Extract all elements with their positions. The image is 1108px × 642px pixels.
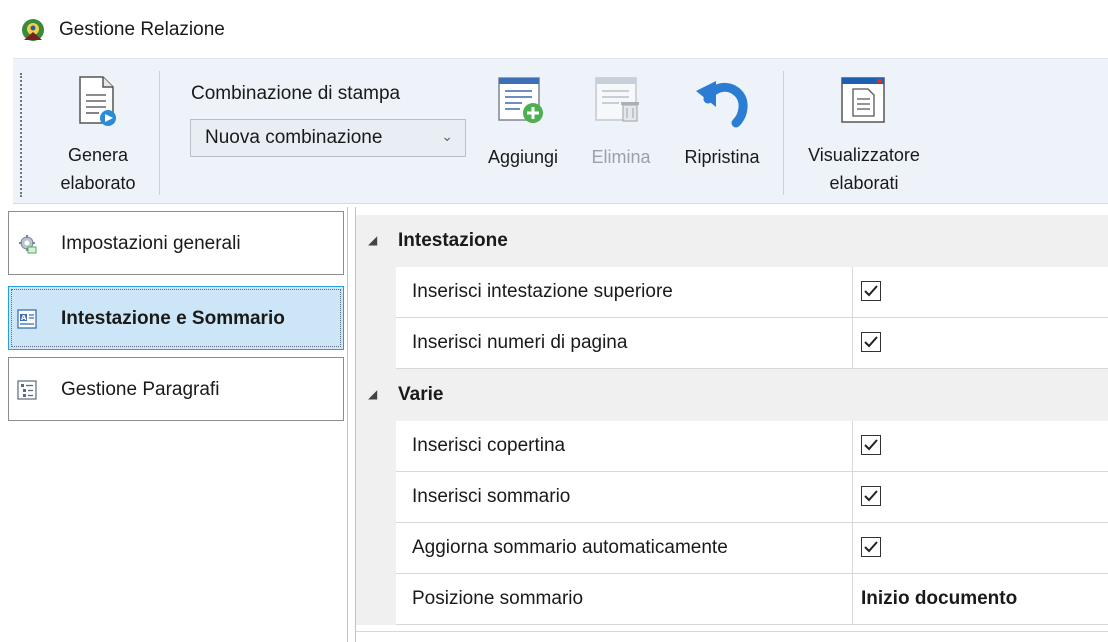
checkmark-icon	[864, 439, 878, 451]
property-row[interactable]: Inserisci sommario	[356, 472, 1108, 523]
sidebar-item-impostazioni-generali[interactable]: Impostazioni generali	[8, 211, 344, 275]
genera-elaborato-button[interactable]: Genera elaborato	[33, 71, 163, 199]
collapse-triangle-icon[interactable]: ◢	[368, 233, 377, 247]
ripristina-label: Ripristina	[684, 147, 760, 167]
collapse-triangle-icon[interactable]: ◢	[368, 387, 377, 401]
checkmark-icon	[864, 285, 878, 297]
ribbon-grip[interactable]	[20, 73, 22, 197]
row-gutter	[356, 523, 396, 574]
category-label: Varie	[398, 384, 444, 405]
property-value[interactable]	[853, 472, 1108, 523]
sidebar-item-label: Impostazioni generali	[61, 233, 241, 254]
header-summary-icon: A	[17, 309, 37, 329]
property-name: Inserisci sommario	[396, 472, 853, 523]
delete-item-icon	[595, 77, 639, 122]
checkbox[interactable]	[861, 332, 881, 352]
elimina-button[interactable]: Elimina	[573, 71, 669, 181]
checkbox[interactable]	[861, 435, 881, 455]
combinazione-group-label: Combinazione di stampa	[191, 83, 401, 104]
sidebar-item-label: Intestazione e Sommario	[61, 308, 285, 329]
checkmark-icon	[864, 336, 878, 348]
ripristina-button[interactable]: Ripristina	[668, 71, 776, 181]
sidebar-nav: Impostazioni generali A Intestazione e S…	[0, 207, 348, 642]
combinazione-select[interactable]: Nuova combinazione ⌄	[190, 119, 466, 157]
viewer-icon	[841, 77, 885, 123]
undo-icon	[696, 81, 748, 128]
document-generate-icon	[79, 76, 116, 126]
paragraphs-list-icon	[17, 380, 37, 400]
genera-label-1: Genera	[67, 145, 129, 165]
row-gutter	[356, 318, 396, 369]
checkbox[interactable]	[861, 281, 881, 301]
app-logo-icon	[22, 19, 44, 41]
title-bar: Gestione Relazione	[0, 0, 1108, 60]
property-name: Aggiorna sommario automaticamente	[396, 523, 853, 574]
category-intestazione[interactable]: ◢ Intestazione	[356, 215, 1108, 267]
property-row[interactable]: Inserisci numeri di pagina	[356, 318, 1108, 369]
row-gutter	[356, 421, 396, 472]
property-value[interactable]	[853, 523, 1108, 574]
sidebar-item-label: Gestione Paragrafi	[61, 379, 220, 400]
property-row[interactable]: Inserisci intestazione superiore	[356, 267, 1108, 318]
elimina-label: Elimina	[591, 147, 651, 167]
grid-bottom-border	[356, 631, 1108, 642]
ribbon-toolbar: Genera elaborato Combinazione di stampa …	[13, 58, 1108, 204]
property-name: Inserisci copertina	[396, 421, 853, 472]
aggiungi-button[interactable]: Aggiungi	[468, 71, 578, 181]
genera-label-2: elaborato	[60, 173, 136, 193]
property-value[interactable]	[853, 267, 1108, 318]
window-title: Gestione Relazione	[59, 19, 225, 40]
visualizzatore-label-2: elaborati	[829, 173, 899, 193]
ribbon-separator	[159, 71, 160, 195]
ribbon-separator	[783, 71, 784, 195]
property-value[interactable]	[853, 318, 1108, 369]
svg-text:A: A	[21, 314, 27, 322]
category-varie[interactable]: ◢ Varie	[356, 369, 1108, 421]
visualizzatore-label-1: Visualizzatore	[808, 145, 920, 165]
chevron-down-icon: ⌄	[441, 128, 453, 144]
property-row[interactable]: Posizione sommario Inizio documento	[356, 574, 1108, 625]
property-row[interactable]: Inserisci copertina	[356, 421, 1108, 472]
property-row[interactable]: Aggiorna sommario automaticamente	[356, 523, 1108, 574]
category-label: Intestazione	[398, 230, 508, 251]
settings-gear-icon	[19, 235, 37, 254]
property-value[interactable]: Inizio documento	[853, 574, 1108, 625]
sidebar-item-intestazione-sommario[interactable]: A Intestazione e Sommario	[8, 286, 344, 350]
combinazione-select-value: Nuova combinazione	[205, 127, 383, 148]
row-gutter	[356, 574, 396, 625]
checkmark-icon	[864, 541, 878, 553]
sidebar-item-gestione-paragrafi[interactable]: Gestione Paragrafi	[8, 357, 344, 421]
property-name: Inserisci numeri di pagina	[396, 318, 853, 369]
property-value-text: Inizio documento	[861, 588, 1018, 609]
property-name: Posizione sommario	[396, 574, 853, 625]
property-name: Inserisci intestazione superiore	[396, 267, 853, 318]
visualizzatore-elaborati-button[interactable]: Visualizzatore elaborati	[789, 71, 939, 199]
row-gutter	[356, 267, 396, 318]
checkbox[interactable]	[861, 486, 881, 506]
row-gutter	[356, 472, 396, 523]
add-item-icon	[498, 77, 543, 123]
checkbox[interactable]	[861, 537, 881, 557]
property-value[interactable]	[853, 421, 1108, 472]
checkmark-icon	[864, 490, 878, 502]
property-grid: ◢ Intestazione Inserisci intestazione su…	[355, 207, 1108, 642]
aggiungi-label: Aggiungi	[487, 147, 559, 167]
